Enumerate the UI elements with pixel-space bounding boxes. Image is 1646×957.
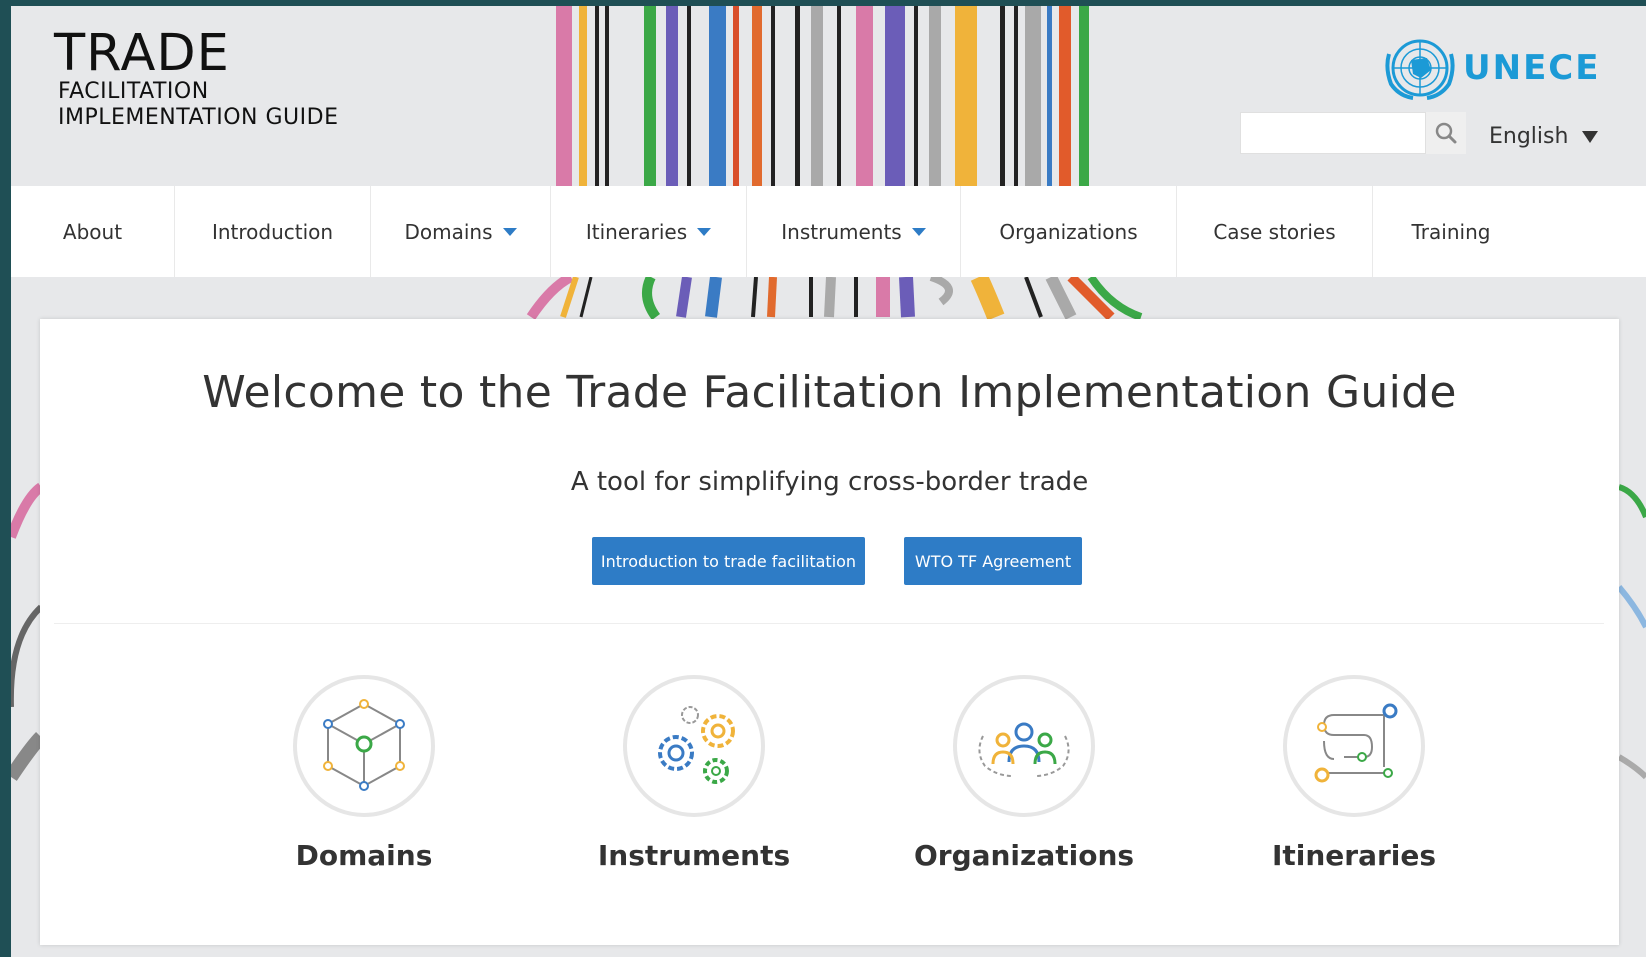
- nav-item-itineraries[interactable]: Itineraries: [551, 186, 747, 277]
- unece-wordmark: UNECE: [1463, 48, 1601, 88]
- people-icon: [978, 722, 1070, 777]
- nav-item-domains[interactable]: Domains: [371, 186, 551, 277]
- site-header: TRADE FACILITATION IMPLEMENTATION GUIDE …: [11, 6, 1646, 186]
- nav-item-training[interactable]: Training: [1373, 186, 1529, 277]
- nav-item-label: Introduction: [211, 219, 334, 244]
- gears-icon: [658, 706, 735, 784]
- tile-itineraries[interactable]: Itineraries: [1224, 675, 1484, 872]
- nav-item-label: About: [62, 219, 123, 244]
- page-title: Welcome to the Trade Facilitation Implem…: [202, 367, 1457, 418]
- chevron-down-icon: [911, 227, 926, 236]
- tile-label: Domains: [295, 839, 433, 872]
- intro-trade-facilitation-button[interactable]: Introduction to trade facilitation: [592, 537, 865, 585]
- tile-instruments[interactable]: Instruments: [564, 675, 824, 872]
- language-selected: English: [1489, 124, 1569, 149]
- search-bar: [1240, 112, 1470, 156]
- tile-icon-circle: [1283, 675, 1425, 817]
- language-selector[interactable]: English: [1489, 124, 1599, 149]
- page-tagline: A tool for simplifying cross-border trad…: [570, 467, 1089, 497]
- tile-label: Organizations: [913, 839, 1135, 872]
- nav-item-instruments[interactable]: Instruments: [747, 186, 961, 277]
- nav-item-label: Itineraries: [585, 219, 688, 244]
- nav-item-label: Organizations: [999, 219, 1138, 244]
- logo-line-guide: IMPLEMENTATION GUIDE: [58, 105, 339, 130]
- site-logo[interactable]: TRADE FACILITATION IMPLEMENTATION GUIDE: [54, 24, 339, 131]
- tile-domains[interactable]: Domains: [234, 675, 494, 872]
- welcome-card: Welcome to the Trade Facilitation Implem…: [40, 319, 1619, 945]
- unece-logo[interactable]: UNECE: [1383, 34, 1600, 102]
- un-emblem-icon: [1385, 39, 1455, 100]
- cube-icon: [323, 699, 405, 791]
- wto-tf-agreement-button[interactable]: WTO TF Agreement: [904, 537, 1082, 585]
- tile-label: Instruments: [597, 839, 791, 872]
- tile-icon-circle: [293, 675, 435, 817]
- nav-item-label: Domains: [404, 219, 493, 244]
- logo-line-facilitation: FACILITATION: [58, 79, 209, 104]
- nav-item-organizations[interactable]: Organizations: [961, 186, 1177, 277]
- tile-icon-circle: [623, 675, 765, 817]
- chevron-down-icon: [1582, 130, 1599, 143]
- search-button[interactable]: [1426, 112, 1466, 154]
- search-icon: [1435, 122, 1457, 144]
- search-input[interactable]: [1240, 112, 1426, 154]
- page-frame: TRADE FACILITATION IMPLEMENTATION GUIDE …: [11, 6, 1646, 957]
- nav-item-case-stories[interactable]: Case stories: [1177, 186, 1373, 277]
- nav-item-introduction[interactable]: Introduction: [175, 186, 371, 277]
- tile-label: Itineraries: [1271, 839, 1437, 872]
- nav-item-label: Case stories: [1213, 219, 1336, 244]
- main-nav: About Introduction Domains Itineraries I…: [11, 186, 1646, 277]
- chevron-down-icon: [697, 227, 712, 236]
- chevron-down-icon: [502, 227, 517, 236]
- tile-organizations[interactable]: Organizations: [894, 675, 1154, 872]
- route-icon: [1314, 703, 1398, 783]
- nav-item-label: Training: [1411, 219, 1491, 244]
- tile-icon-circle: [953, 675, 1095, 817]
- section-divider: [54, 623, 1604, 624]
- nav-item-about[interactable]: About: [11, 186, 175, 277]
- nav-item-label: Instruments: [781, 219, 902, 244]
- logo-line-trade: TRADE: [54, 24, 230, 83]
